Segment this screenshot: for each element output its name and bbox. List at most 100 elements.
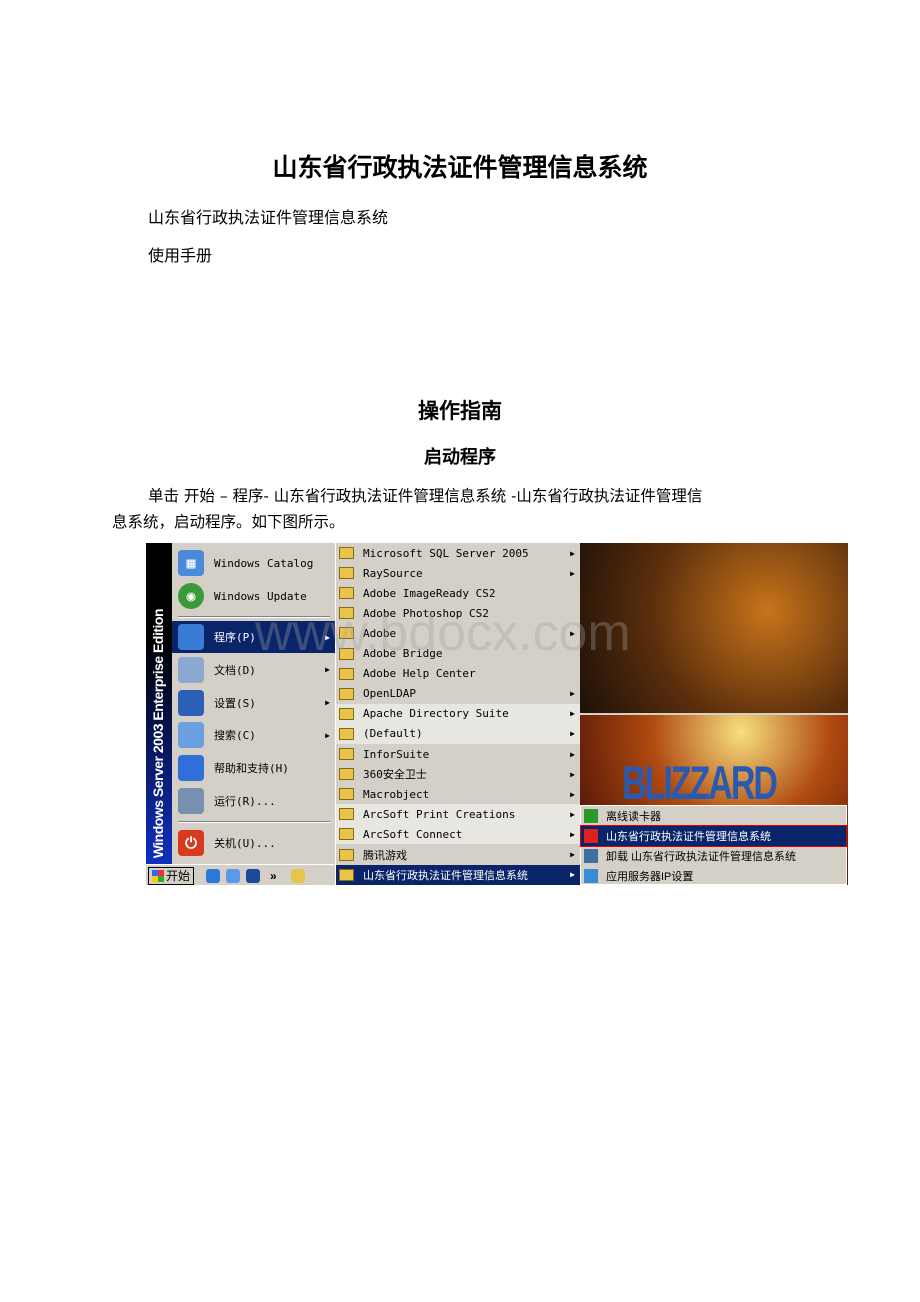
program-item[interactable]: ArcSoft Print Creations ▶ [336,804,581,825]
search-icon [178,722,204,749]
folder-icon [339,607,354,620]
submenu-arrow-icon: ▶ [325,698,330,708]
run-icon [178,788,204,814]
paragraph-line: 息系统，启动程序。如下图所示。 [112,513,345,531]
program-item[interactable]: 山东省行政执法证件管理信息系统 ▶ [336,864,581,885]
start-item[interactable]: 运行(R)... [172,785,335,817]
program-item[interactable]: Adobe ImageReady CS2 [336,583,581,603]
uninstall-icon [584,849,598,863]
program-item[interactable]: Adobe Photoshop CS2 [336,603,581,623]
submenu-item[interactable]: 卸载 山东省行政执法证件管理信息系统 [581,846,846,866]
start-item[interactable]: 搜索(C) ▶ [172,719,335,751]
program-item[interactable]: OpenLDAP ▶ [336,684,581,704]
divider [178,616,330,618]
network-icon [584,869,598,883]
submenu-arrow-icon: ▶ [570,749,575,759]
submenu-arrow-icon: ▶ [570,870,575,880]
app-icon [584,829,598,843]
submenu-arrow-icon: ▶ [325,632,330,642]
program-item[interactable]: 360安全卫士 ▶ [336,764,581,784]
puzzle-icon [584,809,598,823]
program-item[interactable]: Microsoft SQL Server 2005 ▶ [336,543,581,563]
folder-icon [339,828,354,841]
folder-icon [339,808,354,821]
settings-icon [178,689,204,716]
kmplayer-icon[interactable] [246,868,261,883]
document-title: 山东省行政执法证件管理信息系统 [272,153,648,182]
more-quicklaunch-button[interactable]: » [270,869,277,883]
folder-icon [339,567,354,580]
program-item[interactable]: ArcSoft Connect ▶ [336,824,581,845]
folder-icon [339,587,354,600]
folder-icon [339,547,354,560]
windows-update-icon: ◉ [178,583,204,609]
start-item[interactable]: 帮助和支持(H) [172,752,335,784]
desktop-icon[interactable] [226,868,241,883]
submenu-item[interactable]: 离线读卡器 [581,806,846,826]
ie-icon[interactable] [206,868,221,883]
section-heading: 操作指南 [418,398,502,423]
folder-icon [339,727,354,740]
folder-icon [339,868,354,881]
folder-icon [339,848,354,861]
start-menu: ▦ Windows Catalog ◉ Windows Update 程序(P) ▶ 文… [172,543,335,864]
folder-icon [339,707,354,720]
submenu-arrow-icon: ▶ [570,729,575,739]
folder-icon [339,667,354,680]
start-item[interactable]: 设置(S) ▶ [172,687,335,719]
start-menu-screenshot: Windows Server 2003 Enterprise Edition ▦… [146,543,848,885]
divider [178,821,330,823]
submenu-arrow-icon: ▶ [570,809,575,819]
start-button[interactable]: 开始 [148,866,195,885]
folder-icon [339,627,354,640]
blizzard-logo: BLIZZARD [622,757,778,811]
program-item[interactable]: 腾讯游戏 ▶ [336,845,581,865]
document-page: 山东省行政执法证件管理信息系统 山东省行政执法证件管理信息系统 使用手册 操作指… [0,0,920,1302]
submenu-arrow-icon: ▶ [570,628,575,638]
windows-logo-icon [152,869,164,882]
subtitle: 山东省行政执法证件管理信息系统 [148,208,389,227]
submenu-item[interactable]: 应用服务器IP设置 [581,866,846,885]
program-item[interactable]: Adobe Bridge [336,644,581,664]
manual-label: 使用手册 [148,246,213,265]
background-artwork [580,543,848,713]
taskbar: 开始 » [146,864,335,885]
submenu-arrow-icon: ▶ [325,665,330,675]
folder-icon [339,788,354,801]
os-banner: Windows Server 2003 Enterprise Edition [146,543,172,864]
start-item-shutdown[interactable]: ⏻ 关机(U)... [172,827,335,859]
folder-icon[interactable] [290,868,305,883]
submenu-arrow-icon: ▶ [570,769,575,779]
program-item[interactable]: RaySource ▶ [336,563,581,583]
pinned-windows-update[interactable]: ◉ Windows Update [172,580,335,612]
submenu-arrow-icon: ▶ [570,548,575,558]
paragraph-line: 单击 开始 – 程序- 山东省行政执法证件管理信息系统 -山东省行政执法证件管理… [148,487,703,505]
submenu-arrow-icon: ▶ [570,829,575,839]
submenu-arrow-icon: ▶ [570,568,575,578]
programs-submenu: Microsoft SQL Server 2005 ▶ RaySource ▶ Adob… [335,543,581,885]
submenu-item[interactable]: 山东省行政执法证件管理信息系统 [580,825,847,847]
folder-icon [339,748,354,761]
program-item[interactable]: Macrobject ▶ [336,784,581,804]
program-item[interactable]: Apache Directory Suite ▶ [336,703,581,724]
submenu-arrow-icon: ▶ [570,789,575,799]
documents-icon [178,656,204,683]
start-item[interactable]: 文档(D) ▶ [172,654,335,686]
program-item[interactable]: (Default) ▶ [336,723,581,744]
submenu-arrow-icon: ▶ [570,850,575,860]
subsection-heading: 启动程序 [424,447,496,468]
start-item[interactable]: 程序(P) ▶ [172,621,335,653]
program-item[interactable]: Adobe ▶ [336,623,581,643]
shutdown-icon: ⏻ [178,830,204,856]
submenu-arrow-icon: ▶ [325,730,330,740]
submenu-arrow-icon: ▶ [570,689,575,699]
program-item[interactable]: Adobe Help Center [336,664,581,684]
folder-icon [339,647,354,660]
app-submenu: 离线读卡器 山东省行政执法证件管理信息系统 卸载 山东省行政执法证件管理信息系统 应用… [580,805,847,885]
programs-icon [178,624,204,650]
program-item[interactable]: InforSuite ▶ [336,744,581,764]
submenu-arrow-icon: ▶ [570,709,575,719]
windows-catalog-icon: ▦ [178,550,204,576]
pinned-windows-catalog[interactable]: ▦ Windows Catalog [172,547,335,579]
help-icon [178,755,204,782]
